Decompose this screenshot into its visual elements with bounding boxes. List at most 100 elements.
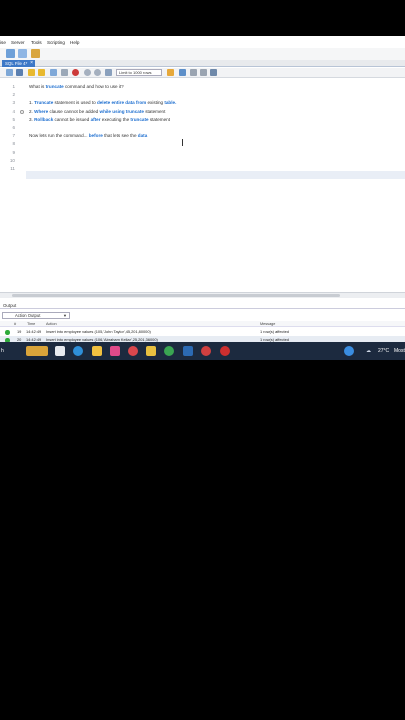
text-token: statement xyxy=(149,116,170,122)
header-time: Time xyxy=(27,322,36,326)
output-type-select[interactable]: Action Output ▼ xyxy=(2,312,70,319)
wrap-icon[interactable] xyxy=(200,69,207,76)
sql-editor[interactable]: 1 What is truncate command and how to use… xyxy=(0,79,405,294)
keyword-token: Where xyxy=(34,108,50,114)
screen-recorder-icon[interactable] xyxy=(220,346,230,356)
save-icon[interactable] xyxy=(16,69,23,76)
keyword-token: truncate xyxy=(130,116,150,122)
app-icon[interactable] xyxy=(128,346,138,356)
workbench-taskbar-icon[interactable] xyxy=(183,346,193,356)
explain-icon[interactable] xyxy=(50,69,57,76)
file-explorer-icon[interactable] xyxy=(92,346,102,356)
line-number: 11 xyxy=(10,166,15,171)
output-cell-action: Insert into employee values (105,'John T… xyxy=(46,329,151,334)
tab-title: SQL File 4* xyxy=(5,61,28,66)
text-token: existing xyxy=(147,100,165,106)
edge-icon[interactable] xyxy=(73,346,83,356)
fold-marker-icon[interactable] xyxy=(20,109,24,114)
line-number: 2 xyxy=(12,92,15,98)
editor-line: 6 xyxy=(0,124,405,132)
text-token: command and how to use it? xyxy=(65,84,124,89)
menu-item-help[interactable]: Help xyxy=(70,40,79,45)
toggle-error-icon[interactable] xyxy=(72,69,79,76)
cloud-icon: ☁ xyxy=(366,348,371,354)
text-token: clause cannot be added xyxy=(49,108,100,114)
weather-description: Most xyxy=(394,348,405,354)
text-token: What xyxy=(29,84,41,89)
line-number: 6 xyxy=(12,125,15,130)
commit-icon[interactable] xyxy=(84,69,91,76)
new-query-icon[interactable] xyxy=(6,49,15,58)
invisible-chars-icon[interactable] xyxy=(190,69,197,76)
menu-item-server[interactable]: Server xyxy=(11,40,25,45)
more-icon[interactable] xyxy=(210,69,217,76)
code-text: 2. Where clause cannot be added while us… xyxy=(29,108,165,116)
header-message: Message xyxy=(260,322,276,326)
code-text: What is truncate command and how to use … xyxy=(29,83,124,91)
search-illustration-icon xyxy=(26,346,48,356)
output-table-header: # Time Action Message xyxy=(0,321,405,327)
header-action: Action xyxy=(46,322,57,326)
output-cell-time: 14:42:49 xyxy=(26,329,42,334)
header-num: # xyxy=(14,322,17,326)
menu-item-tools[interactable]: Tools xyxy=(31,40,42,45)
taskbar: h ☁ 27°C Most xyxy=(0,342,405,360)
editor-line: 10 xyxy=(0,157,405,165)
tab-sql-file-4[interactable]: SQL File 4* × xyxy=(2,60,35,67)
keyword-token: delete entire data from xyxy=(96,100,148,106)
menu-item-database[interactable]: ise xyxy=(0,40,6,45)
text-token: cannot be issued xyxy=(54,116,91,122)
scrollbar-thumb[interactable] xyxy=(12,294,340,297)
chevron-down-icon: ▼ xyxy=(63,313,67,318)
menu-item-scripting[interactable]: Scripting xyxy=(47,40,65,45)
line-number: 10 xyxy=(9,157,15,163)
notes-icon[interactable] xyxy=(146,346,156,356)
record-icon[interactable] xyxy=(201,346,211,356)
main-toolbar xyxy=(0,48,405,60)
close-icon[interactable]: × xyxy=(30,60,33,67)
store-icon[interactable] xyxy=(110,346,120,356)
output-row[interactable]: 19 14:42:49 Insert into employee values (1… xyxy=(0,328,405,336)
line-number: 9 xyxy=(12,149,15,155)
text-cursor xyxy=(182,139,183,146)
line-number: 8 xyxy=(12,141,15,147)
line-number: 1 xyxy=(12,84,15,89)
code-text: 3. Rollback cannot be issued after execu… xyxy=(29,116,170,124)
text-token: that lets see the xyxy=(104,133,138,139)
menu-bar: ise Server Tools Scripting Help xyxy=(0,38,405,48)
editor-line: 2 xyxy=(0,91,405,99)
line-number: 7 xyxy=(12,133,15,139)
autocommit-icon[interactable] xyxy=(105,69,112,76)
editor-line: 4 2. Where clause cannot be added while u… xyxy=(0,108,405,116)
limit-rows-select[interactable]: Limit to 1000 rows xyxy=(116,69,162,76)
code-text: 1. Truncate statement is used to delete … xyxy=(29,99,176,107)
line-number: 3 xyxy=(12,100,15,106)
help-icon[interactable] xyxy=(344,346,354,356)
create-schema-icon[interactable] xyxy=(31,49,40,58)
task-view-icon[interactable] xyxy=(55,346,65,356)
chrome-icon[interactable] xyxy=(164,346,174,356)
editor-line: 1 What is truncate command and how to use… xyxy=(0,83,405,91)
query-tab-bar: SQL File 4* × xyxy=(0,60,405,67)
editor-line: 5 3. Rollback cannot be issued after exec… xyxy=(0,116,405,124)
keyword-token: before xyxy=(88,133,105,139)
code-text: Now lets run the command... before that … xyxy=(29,132,147,140)
text-token: statement is used to xyxy=(54,100,97,106)
workbench-window: ise Server Tools Scripting Help SQL File… xyxy=(0,36,405,360)
rollback-icon[interactable] xyxy=(94,69,101,76)
horizontal-scrollbar[interactable] xyxy=(0,292,405,298)
beautify-icon[interactable] xyxy=(167,69,174,76)
keyword-token: Truncate xyxy=(34,100,55,106)
stop-icon[interactable] xyxy=(61,69,68,76)
open-file-icon[interactable] xyxy=(6,69,13,76)
line-number: 4 xyxy=(12,108,15,114)
find-icon[interactable] xyxy=(179,69,186,76)
keyword-token: while using truncate xyxy=(99,108,146,114)
execute-icon[interactable] xyxy=(28,69,35,76)
open-sql-icon[interactable] xyxy=(18,49,27,58)
execute-current-icon[interactable] xyxy=(38,69,45,76)
success-check-icon xyxy=(5,330,10,335)
editor-line: 8 xyxy=(0,140,405,148)
editor-line: 3 1. Truncate statement is used to delete… xyxy=(0,99,405,107)
editor-toolbar: Limit to 1000 rows xyxy=(0,68,405,78)
